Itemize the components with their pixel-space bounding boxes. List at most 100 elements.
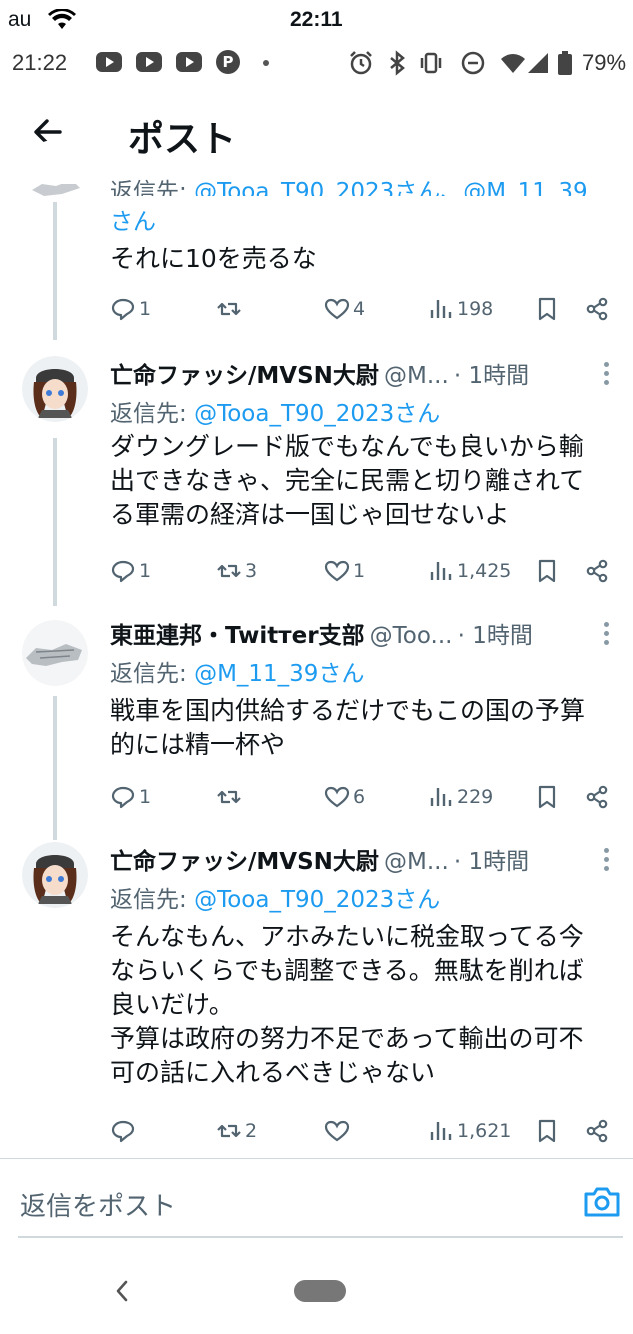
- more-options-icon[interactable]: [604, 848, 610, 872]
- carrier-label: au: [8, 8, 32, 31]
- like-button[interactable]: 1: [324, 556, 365, 586]
- like-button[interactable]: 4: [324, 294, 365, 324]
- avatar-image: [22, 140, 88, 202]
- views-button[interactable]: 1,621: [428, 1116, 511, 1146]
- youtube-notification-icon: [176, 52, 202, 72]
- thread-connector: [53, 696, 57, 840]
- tweet-actions: 1 4 198: [110, 294, 620, 324]
- reply-to-mention[interactable]: @Tooa_T90_2023さん: [194, 887, 440, 913]
- reply-button[interactable]: [110, 1116, 139, 1146]
- android-status-bar: 21:22 P 79%: [0, 40, 633, 84]
- views-chart-icon: [430, 1122, 452, 1140]
- reply-button[interactable]: 1: [110, 556, 151, 586]
- tweet-actions: 2 1,621: [110, 1116, 620, 1146]
- alarm-icon: [350, 51, 372, 75]
- more-options-icon[interactable]: [604, 622, 610, 646]
- display-name[interactable]: 亡命ファッシ/MVSN大尉: [110, 363, 379, 389]
- ios-status-bar: au 22:11: [0, 0, 633, 40]
- repost-count: 3: [245, 560, 258, 582]
- tweet-actions: 1 6 229: [110, 782, 620, 812]
- avatar[interactable]: [22, 140, 88, 202]
- reply-to-line: 返信先: @M_11_39さん: [110, 654, 364, 688]
- views-button[interactable]: 198: [428, 294, 493, 324]
- reply-to-line: 返信先: @Tooa_T90_2023さん、@M_11_39: [110, 172, 588, 196]
- repost-button[interactable]: [216, 294, 245, 324]
- reply-to-continuation: さん: [110, 202, 156, 236]
- camera-icon[interactable]: [582, 1182, 622, 1222]
- user-handle[interactable]: @Too...: [370, 623, 453, 649]
- bookmark-icon[interactable]: [534, 296, 560, 322]
- user-handle[interactable]: @M...: [384, 849, 449, 875]
- youtube-notification-icon: [96, 52, 122, 72]
- repost-button[interactable]: [216, 782, 245, 812]
- reply-count: 1: [139, 560, 152, 582]
- wifi-signal-icon: [501, 54, 525, 73]
- tweet-text: 戦車を国内供給するだけでもこの国の予算 的には精一杯や: [110, 696, 586, 759]
- thread-connector: [53, 438, 57, 606]
- more-options-icon[interactable]: [604, 362, 610, 386]
- views-chart-icon: [430, 562, 452, 580]
- tweet-text: そんなもん、アホみたいに税金取ってる今 ならいくらでも調整できる。無駄を削れば …: [110, 922, 584, 1087]
- battery-percent: 79%: [582, 50, 627, 75]
- avatar[interactable]: [22, 842, 88, 908]
- reply-icon: [111, 786, 135, 809]
- share-icon[interactable]: [584, 784, 610, 810]
- nav-home-pill[interactable]: [294, 1280, 346, 1302]
- avatar-image: [22, 842, 88, 908]
- do-not-disturb-icon: [461, 51, 485, 75]
- page-title: ポスト: [128, 119, 237, 160]
- avatar[interactable]: [22, 620, 88, 686]
- share-icon[interactable]: [584, 296, 610, 322]
- repost-count: 2: [245, 1120, 258, 1142]
- display-name[interactable]: 亡命ファッシ/MVSN大尉: [110, 849, 379, 875]
- reply-to-mention[interactable]: @Tooa_T90_2023さん、@M_11_39: [194, 179, 588, 196]
- tweet-header: 亡命ファッシ/MVSN大尉 @M... · 1時間: [110, 842, 620, 878]
- timestamp[interactable]: · 1時間: [454, 849, 529, 875]
- reply-input-placeholder[interactable]: 返信をポスト: [20, 1186, 176, 1223]
- tweet-text: それに10を売るな: [110, 244, 317, 273]
- views-button[interactable]: 1,425: [428, 556, 511, 586]
- reply-button[interactable]: 1: [110, 294, 151, 324]
- repost-button[interactable]: 2: [216, 1116, 257, 1146]
- views-chart-icon: [430, 788, 452, 806]
- reply-input-underline: [18, 1236, 623, 1238]
- reply-to-mention[interactable]: さん: [110, 209, 156, 235]
- like-button[interactable]: [324, 1116, 353, 1146]
- android-clock: 21:22: [12, 50, 68, 75]
- views-count: 1,425: [457, 560, 512, 582]
- repost-icon: [217, 564, 241, 578]
- reply-to-mention[interactable]: @M_11_39さん: [194, 661, 364, 687]
- like-count: 1: [353, 560, 366, 582]
- youtube-notification-icon: [136, 52, 162, 72]
- repost-icon: [217, 790, 241, 804]
- reply-to-prefix: 返信先:: [110, 661, 195, 687]
- bookmark-icon[interactable]: [534, 784, 560, 810]
- reply-compose-bar[interactable]: 返信をポスト: [0, 1160, 633, 1242]
- reply-icon: [111, 1120, 135, 1143]
- repost-button[interactable]: 3: [216, 556, 257, 586]
- reply-to-mention[interactable]: @Tooa_T90_2023さん: [194, 401, 440, 427]
- tweet-text: ダウングレード版でもなんでも良いから輸 出できなきゃ、完全に民需と切り離されて …: [110, 432, 585, 529]
- post-header: ポスト: [0, 96, 633, 176]
- reply-count: 1: [139, 786, 152, 808]
- share-icon[interactable]: [584, 1118, 610, 1144]
- reply-to-prefix: 返信先:: [110, 887, 195, 913]
- heart-icon: [324, 1120, 350, 1142]
- views-count: 229: [457, 786, 494, 808]
- share-icon[interactable]: [584, 558, 610, 584]
- bluetooth-icon: [390, 50, 405, 76]
- reply-to-prefix: 返信先:: [110, 401, 195, 427]
- wifi-icon: [48, 9, 76, 29]
- user-handle[interactable]: @M...: [384, 363, 449, 389]
- bookmark-icon[interactable]: [534, 558, 560, 584]
- bookmark-icon[interactable]: [534, 1118, 560, 1144]
- avatar[interactable]: [22, 356, 88, 422]
- timestamp[interactable]: · 1時間: [458, 623, 533, 649]
- display-name[interactable]: 東亜連邦・Twitтer支部: [110, 623, 365, 649]
- reply-button[interactable]: 1: [110, 782, 151, 812]
- timestamp[interactable]: · 1時間: [454, 363, 529, 389]
- like-button[interactable]: 6: [324, 782, 365, 812]
- vibrate-icon: [420, 52, 442, 74]
- nav-back-icon[interactable]: [112, 1278, 132, 1304]
- views-button[interactable]: 229: [428, 782, 493, 812]
